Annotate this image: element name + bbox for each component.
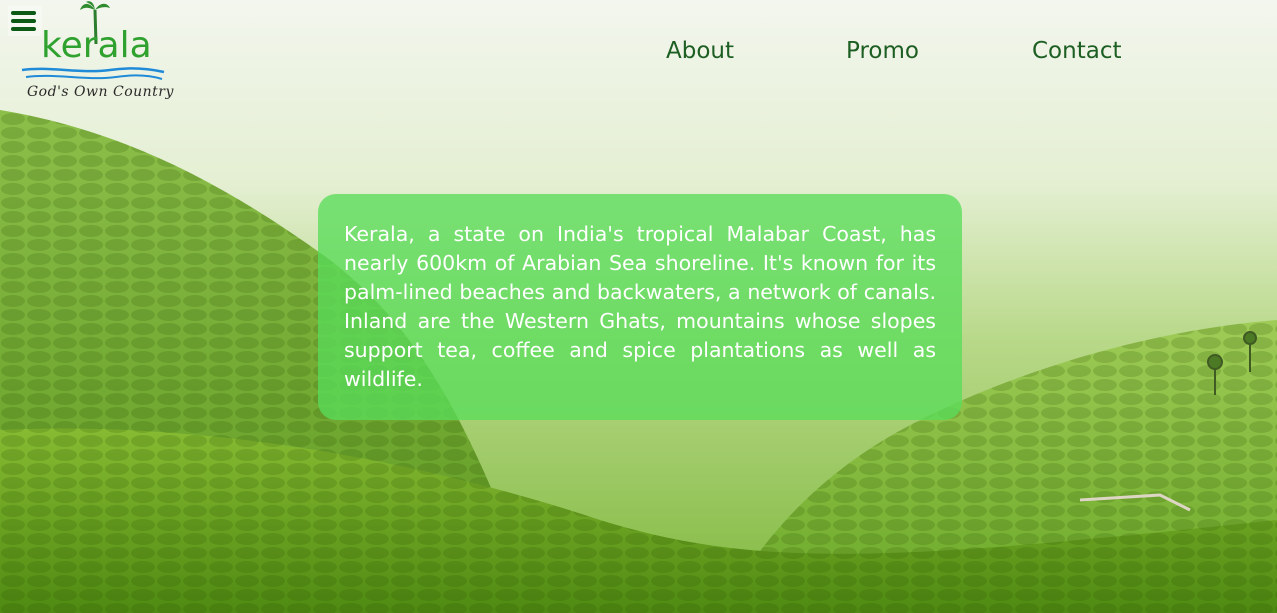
nav-contact-link[interactable]: Contact — [1032, 38, 1121, 64]
logo-wordmark: kerala — [41, 25, 152, 66]
nav-promo-link[interactable]: Promo — [846, 38, 919, 64]
intro-card: Kerala, a state on India's tropical Mala… — [318, 194, 962, 420]
nav-about-link[interactable]: About — [666, 38, 734, 64]
logo-tagline: God's Own Country — [27, 84, 174, 100]
intro-text: Kerala, a state on India's tropical Mala… — [344, 222, 936, 391]
logo-waves-icon — [21, 67, 165, 80]
kerala-logo[interactable]: kerala God's Own Country — [20, 0, 173, 104]
